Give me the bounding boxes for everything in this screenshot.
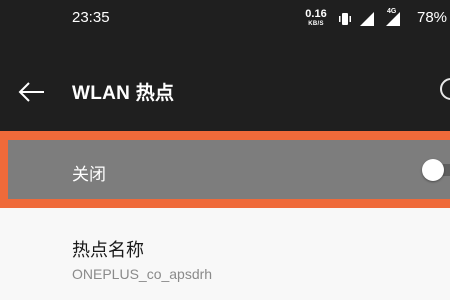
status-bar: 23:35 0.16 KB/S 4G 78% <box>0 0 450 40</box>
signal-icon <box>386 12 400 26</box>
switch-knob <box>422 159 444 181</box>
network-speed: 0.16 KB/S <box>304 9 328 28</box>
battery-percentage: 78% <box>417 9 448 26</box>
hotspot-switch[interactable] <box>422 159 450 181</box>
network-speed-unit: KB/S <box>308 21 324 27</box>
hotspot-toggle-label: 关闭 <box>72 165 106 185</box>
back-arrow-icon[interactable] <box>14 75 48 109</box>
hotspot-name-title: 热点名称 <box>72 240 144 261</box>
network-speed-value: 0.16 <box>305 8 327 20</box>
app-bar: WLAN 热点 <box>0 40 450 130</box>
signal-icon <box>360 12 374 26</box>
page-title: WLAN 热点 <box>72 83 175 104</box>
vibrate-icon <box>339 13 351 25</box>
help-icon[interactable] <box>440 78 450 100</box>
hotspot-name-item[interactable]: 热点名称 ONEPLUS_co_apsdrh <box>0 224 450 286</box>
status-time: 23:35 <box>72 9 110 26</box>
settings-list: 热点名称 ONEPLUS_co_apsdrh <box>0 208 450 300</box>
hotspot-name-value: ONEPLUS_co_apsdrh <box>72 266 213 282</box>
hotspot-toggle-row[interactable]: 关闭 <box>8 140 450 199</box>
highlight-frame: 关闭 <box>0 131 450 208</box>
